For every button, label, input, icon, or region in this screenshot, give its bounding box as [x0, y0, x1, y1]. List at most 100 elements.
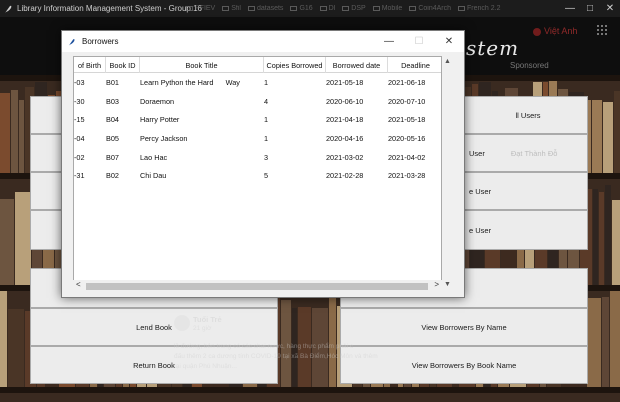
- return-book-button[interactable]: Return Book: [30, 346, 278, 384]
- cell-birth: -02: [74, 152, 85, 162]
- dialog-maximize-button[interactable]: ☐: [404, 31, 434, 52]
- window-controls: — □ ✕: [560, 0, 620, 17]
- view-borrowers-by-name-button[interactable]: View Borrowers By Name: [340, 308, 588, 346]
- book-spine: [0, 291, 7, 387]
- lend-book-button[interactable]: Lend Book: [30, 308, 278, 346]
- borrowers-dialog: Borrowers — ☐ ✕ of Birth Book ID Book Ti…: [61, 30, 465, 298]
- book-spine: [599, 192, 604, 285]
- ghost-user-chip: Việt Anh: [533, 26, 577, 36]
- view-all-users-button[interactable]: ll Users: [464, 96, 588, 134]
- book-spine: [281, 300, 291, 387]
- cell-copies: 1: [264, 133, 269, 143]
- scrollbar-thumb[interactable]: [86, 283, 428, 290]
- dialog-close-button[interactable]: ✕: [434, 31, 464, 52]
- button-label: Return Book: [133, 360, 175, 370]
- book-spine: [19, 100, 24, 173]
- column-header-birth[interactable]: of Birth: [74, 57, 106, 73]
- ghost-sponsored-label: Sponsored: [510, 61, 549, 70]
- cell-copies: 5: [264, 171, 269, 181]
- book-spine: [292, 308, 297, 387]
- scroll-left-icon[interactable]: <: [76, 280, 81, 289]
- book-spine: [612, 200, 620, 285]
- minimize-button[interactable]: —: [560, 0, 580, 17]
- book-spine: [298, 307, 311, 387]
- book-spine: [587, 298, 601, 387]
- book-spine: [312, 308, 328, 387]
- book-spine: [592, 100, 602, 173]
- column-header-borrowed-date[interactable]: Borrowed date: [326, 57, 388, 73]
- dialog-minimize-button[interactable]: —: [374, 31, 404, 52]
- ghost-bookmark: DSP: [342, 5, 366, 12]
- book-spine: [15, 192, 31, 285]
- window-title: Library Information Management System - …: [17, 4, 202, 13]
- cell-deadline: 2020-07-10: [388, 96, 426, 106]
- ghost-bookmark: datasets: [247, 5, 283, 12]
- cell-borrowed: 2020-06-10: [326, 96, 364, 106]
- ghost-bookmark: Sfil: [222, 5, 241, 12]
- button-label: View Borrowers By Book Name: [411, 360, 517, 370]
- table-row[interactable]: -04 B05 Percy Jackson 1 2020-04-16 2020-…: [74, 129, 441, 148]
- button-label: User: [469, 148, 485, 158]
- cell-book-id: B07: [106, 152, 119, 162]
- scroll-up-icon[interactable]: ▲: [444, 58, 451, 65]
- scroll-right-icon[interactable]: >: [434, 280, 439, 289]
- cell-borrowed: 2021-04-18: [326, 115, 364, 125]
- column-header-book-title[interactable]: Book Title: [140, 57, 264, 73]
- column-header-deadline[interactable]: Deadline: [388, 57, 441, 73]
- button-label: e User: [469, 225, 492, 235]
- table-row[interactable]: -15 B04 Harry Potter 1 2021-04-18 2021-0…: [74, 110, 441, 129]
- ghost-bookmark: Dl: [319, 5, 335, 12]
- cell-copies: 4: [264, 96, 269, 106]
- book-spine: [0, 199, 14, 285]
- cell-title: Learn Python the Hard Way: [140, 77, 240, 87]
- horizontal-scrollbar[interactable]: < >: [73, 280, 442, 292]
- ghost-name: Đạt Thành Đỗ: [510, 148, 558, 158]
- book-spine: [610, 291, 620, 387]
- table-row[interactable]: -31 B02 Chi Dau 5 2021-02-28 2021-03-28: [74, 166, 441, 185]
- maximize-button[interactable]: □: [580, 0, 600, 17]
- table-body: -03 B01 Learn Python the Hard Way 1 2021…: [74, 73, 441, 185]
- cell-book-id: B01: [106, 77, 119, 87]
- book-spine: [602, 297, 609, 387]
- book-spine: [8, 309, 24, 387]
- cell-copies: 1: [264, 115, 269, 125]
- table-row[interactable]: -03 B01 Learn Python the Hard Way 1 2021…: [74, 73, 441, 92]
- cell-book-id: B02: [106, 171, 119, 181]
- feather-icon: [68, 38, 75, 46]
- ghost-bookmark: Coin4Arch: [409, 5, 451, 12]
- user-button-3[interactable]: e User: [464, 172, 588, 210]
- borrowers-table[interactable]: of Birth Book ID Book Title Copies Borro…: [73, 56, 442, 290]
- cell-title: Lao Hac: [140, 152, 168, 162]
- view-borrowers-by-book-name-button[interactable]: View Borrowers By Book Name: [340, 346, 588, 384]
- cell-borrowed: 2020-04-16: [326, 133, 364, 143]
- ghost-bookmark: Mobile: [372, 5, 402, 12]
- cell-title: Chi Dau: [140, 171, 167, 181]
- table-header: of Birth Book ID Book Title Copies Borro…: [74, 57, 441, 73]
- dialog-title: Borrowers: [82, 37, 119, 46]
- avatar: [533, 27, 541, 36]
- cell-birth: -15: [74, 115, 85, 125]
- vertical-scrollbar[interactable]: ▲ ▼: [442, 56, 454, 290]
- dialog-controls: — ☐ ✕: [374, 31, 464, 52]
- book-spine: [605, 185, 611, 285]
- table-row[interactable]: -02 B07 Lao Hac 3 2021-03-02 2021-04-02: [74, 148, 441, 167]
- book-spine: [603, 102, 613, 173]
- column-header-copies[interactable]: Copies Borrowed: [264, 57, 326, 73]
- button-label: ll Users: [515, 110, 541, 120]
- close-button[interactable]: ✕: [600, 0, 620, 17]
- ghost-bookmark: G16: [290, 5, 313, 12]
- book-spine: [593, 189, 598, 285]
- scroll-down-icon[interactable]: ▼: [444, 281, 451, 288]
- ghost-bookmark: French 2.2: [458, 5, 500, 12]
- cell-deadline: 2021-04-02: [388, 152, 426, 162]
- apps-grid-icon: [597, 25, 607, 35]
- cell-birth: -31: [74, 171, 85, 181]
- shelf-board: [0, 387, 620, 393]
- user-button-4[interactable]: e User: [464, 210, 588, 250]
- book-spine: [329, 297, 336, 387]
- user-button-2[interactable]: User Đạt Thành Đỗ: [464, 134, 588, 172]
- button-label: Lend Book: [136, 322, 172, 332]
- table-row[interactable]: -30 B03 Doraemon 4 2020-06-10 2020-07-10: [74, 92, 441, 111]
- column-header-book-id[interactable]: Book ID: [106, 57, 140, 73]
- book-spine: [0, 93, 10, 173]
